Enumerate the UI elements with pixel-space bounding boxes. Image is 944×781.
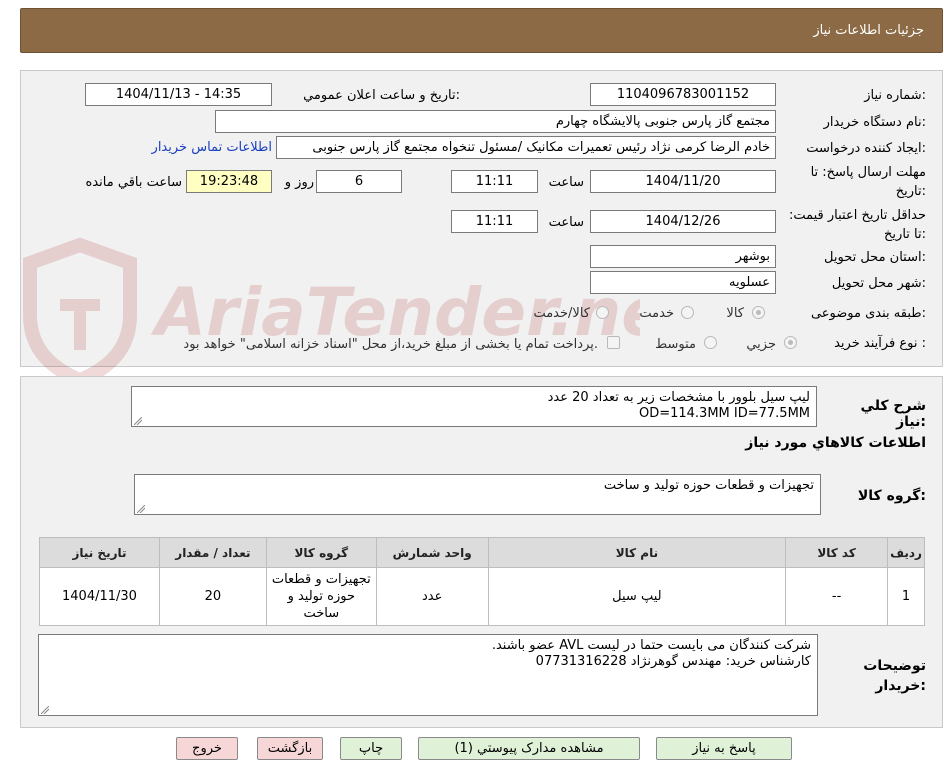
- need-number-label: شماره نیاز:: [864, 88, 926, 103]
- buyer-notes-line-2: کارشناس خرید: مهندس گوهرنژاد 07731316228: [535, 654, 811, 669]
- treasury-payment-note: پرداخت تمام یا بخشی از مبلغ خرید،از محل …: [183, 337, 598, 352]
- cell-unit: عدد: [375, 567, 489, 626]
- deadline-label: مهلت ارسال پاسخ: تا تاریخ:: [810, 165, 926, 199]
- goods-section-title: اطلاعات كالاهاي مورد نياز: [745, 435, 926, 451]
- resize-grip-icon[interactable]: [137, 505, 145, 513]
- buyer-notes-line-1: شرکت کنندگان می بایست حتما در لیست AVL ع…: [491, 638, 811, 653]
- col-header-index: ردیف: [887, 537, 925, 568]
- cell-group: تجهیزات و قطعات حوزه تولید و ساخت: [265, 567, 377, 626]
- buyer-field: مجتمع گاز پارس جنوبی پالایشگاه چهارم: [215, 110, 776, 133]
- treasury-checkbox[interactable]: [607, 336, 620, 349]
- category-goods-service-label: کالا/خدمت: [533, 306, 590, 321]
- cell-date: 1404/11/30: [39, 567, 160, 626]
- table-row: 1 -- لیپ سیل عدد تجهیزات و قطعات حوزه تو…: [39, 567, 925, 626]
- need-number-field: 1104096783001152: [590, 83, 776, 106]
- buyer-label: نام دستگاه خریدار:: [823, 115, 926, 130]
- col-header-code: کد کالا: [785, 537, 889, 568]
- category-radio-goods[interactable]: [752, 306, 765, 319]
- purchase-radio-medium[interactable]: [704, 336, 717, 349]
- validity-label: حداقل تاریخ اعتبار قیمت: تا تاریخ:: [788, 208, 926, 242]
- deadline-time-label: ساعت: [548, 175, 584, 190]
- buyer-notes-label: توضیحات خریدار:: [863, 658, 926, 694]
- province-label: استان محل تحویل:: [824, 250, 926, 265]
- cell-code: --: [785, 567, 889, 626]
- validity-date-field: 1404/12/26: [590, 210, 776, 233]
- purchase-type-label: نوع فرآیند خرید :: [834, 336, 926, 351]
- days-label: روز و: [284, 175, 314, 190]
- reply-button[interactable]: پاسخ به نیاز: [656, 737, 792, 760]
- cell-name: لیپ سیل: [487, 567, 787, 626]
- print-button[interactable]: چاپ: [340, 737, 402, 760]
- description-textarea[interactable]: لیپ سیل بلوور با مشخصات زیر به تعداد 20 …: [131, 386, 817, 427]
- purchase-medium-label: متوسط: [655, 337, 696, 352]
- goods-group-label: گروه کالا:: [857, 488, 926, 504]
- col-header-unit: واحد شمارش: [375, 537, 489, 568]
- description-label: شرح كلي نياز:: [860, 398, 926, 430]
- requester-label: ایجاد کننده درخواست:: [806, 141, 926, 156]
- category-service-label: خدمت: [639, 306, 674, 321]
- exit-button[interactable]: خروج: [176, 737, 238, 760]
- validity-time-field: 11:11: [451, 210, 538, 233]
- description-line-1: لیپ سیل بلوور با مشخصات زیر به تعداد 20 …: [547, 390, 810, 405]
- requester-field: خادم الرضا کرمی نژاد رئیس تعمیرات مکانیک…: [276, 136, 776, 159]
- purchase-radio-minor[interactable]: [784, 336, 797, 349]
- city-label: شهر محل تحویل:: [831, 276, 926, 291]
- category-radio-service[interactable]: [681, 306, 694, 319]
- goods-group-textarea[interactable]: تجهیزات و قطعات حوزه تولید و ساخت: [134, 474, 821, 515]
- validity-time-label: ساعت: [548, 215, 584, 230]
- deadline-date-field: 1404/11/20: [590, 170, 776, 193]
- col-header-qty: تعداد / مقدار: [158, 537, 267, 568]
- items-table: ردیف کد کالا نام کالا واحد شمارش گروه کا…: [39, 537, 925, 626]
- cell-qty: 20: [158, 567, 267, 626]
- col-header-name: نام کالا: [487, 537, 787, 568]
- buyer-contact-link[interactable]: اطلاعات تماس خریدار: [140, 140, 272, 155]
- province-field: بوشهر: [590, 245, 776, 268]
- col-header-group: گروه کالا: [265, 537, 377, 568]
- city-field: عسلویه: [590, 271, 776, 294]
- announce-label: تاریخ و ساعت اعلان عمومي:: [303, 88, 460, 103]
- cell-index: 1: [887, 567, 925, 626]
- purchase-minor-label: جزيي: [746, 337, 776, 352]
- page-title: جزئیات اطلاعات نیاز: [813, 23, 924, 38]
- items-table-header: ردیف کد کالا نام کالا واحد شمارش گروه کا…: [39, 537, 925, 568]
- remaining-label: ساعت باقي مانده: [85, 175, 182, 190]
- resize-grip-icon[interactable]: [41, 706, 49, 714]
- page-header: جزئیات اطلاعات نیاز: [20, 8, 943, 53]
- back-button[interactable]: بازگشت: [257, 737, 323, 760]
- col-header-date: تاریخ نیاز: [39, 537, 160, 568]
- announce-field: 1404/11/13 - 14:35: [85, 83, 272, 106]
- deadline-time-field: 11:11: [451, 170, 538, 193]
- description-line-2: OD=114.3MM ID=77.5MM: [638, 406, 810, 421]
- days-field: 6: [316, 170, 402, 193]
- category-radio-goods-service[interactable]: [596, 306, 609, 319]
- buyer-notes-textarea[interactable]: شرکت کنندگان می بایست حتما در لیست AVL ع…: [38, 634, 818, 716]
- category-label: طبقه بندی موضوعی:: [810, 306, 926, 321]
- resize-grip-icon[interactable]: [134, 417, 142, 425]
- remaining-time-field: 19:23:48: [186, 170, 272, 193]
- goods-group-value: تجهیزات و قطعات حوزه تولید و ساخت: [603, 478, 814, 493]
- category-goods-label: کالا: [726, 306, 744, 321]
- view-attachments-button[interactable]: مشاهده مدارک پیوستي (1): [418, 737, 640, 760]
